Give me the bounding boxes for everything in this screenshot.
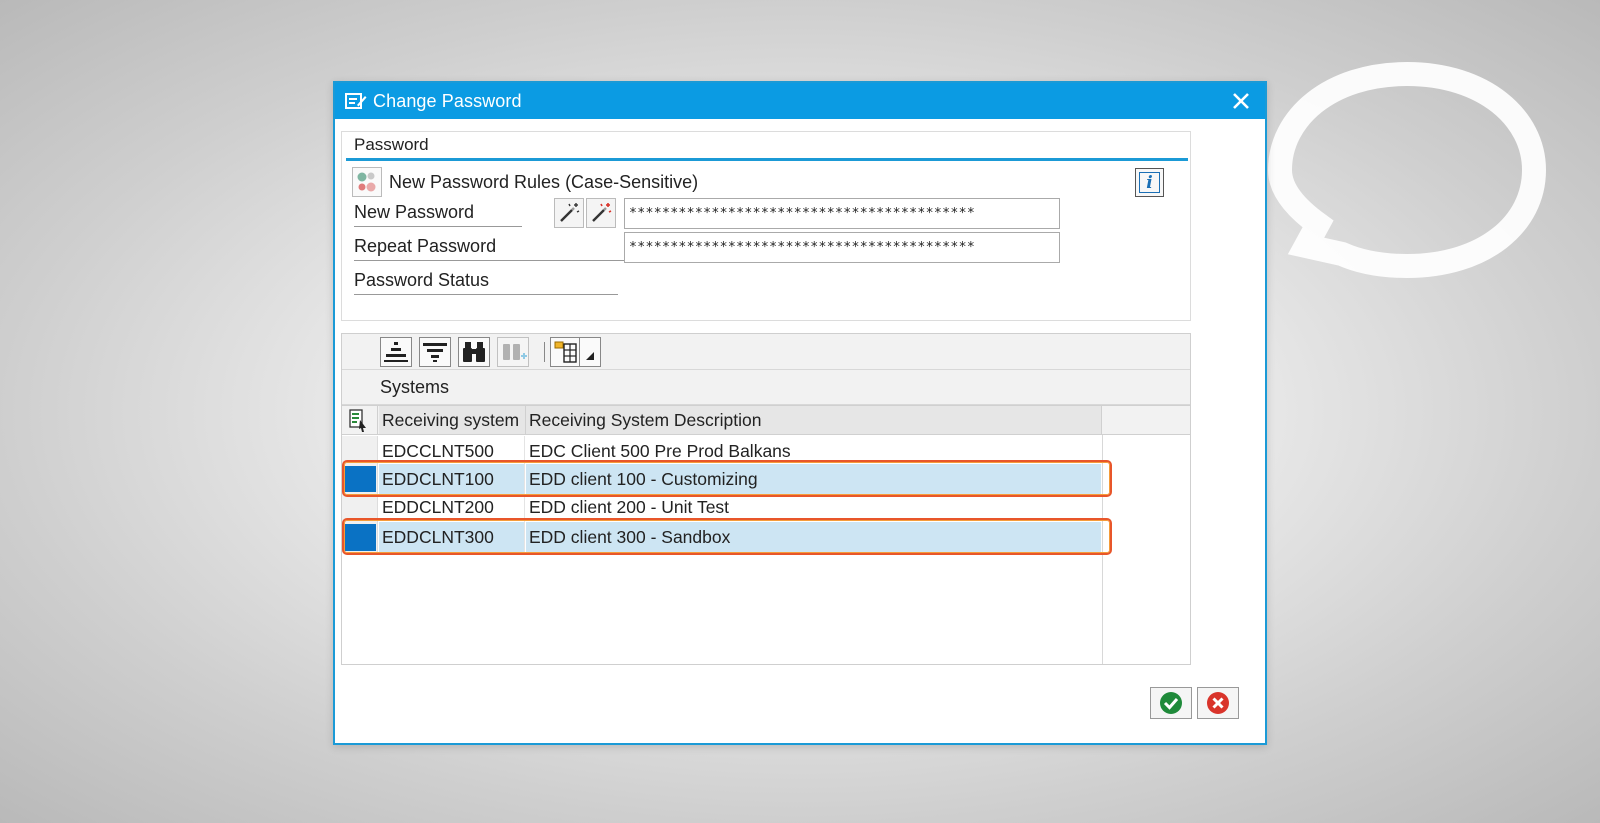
info-button[interactable]: i bbox=[1135, 168, 1164, 197]
table-row[interactable]: EDDCLNT200 EDD client 200 - Unit Test bbox=[342, 492, 1102, 522]
title-bar: Change Password bbox=[335, 83, 1265, 119]
selected-marker bbox=[345, 524, 376, 551]
binoculars-icon bbox=[463, 342, 485, 362]
column-header-receiving-system[interactable]: Receiving system bbox=[379, 406, 526, 434]
systems-title: Systems bbox=[342, 370, 1190, 405]
dropdown-arrow-icon bbox=[586, 352, 594, 360]
password-group: Password New Password Rules (Case-Sensit… bbox=[341, 131, 1191, 321]
magic-wand-icon bbox=[560, 203, 580, 222]
systems-group: Systems Receiving system Receiving Syste… bbox=[341, 333, 1191, 665]
sort-icon bbox=[384, 342, 408, 362]
password-rules-button[interactable] bbox=[352, 167, 382, 197]
receiving-system-cell: EDDCLNT200 bbox=[379, 492, 525, 522]
description-cell: EDC Client 500 Pre Prod Balkans bbox=[529, 441, 791, 461]
confirm-button[interactable] bbox=[1150, 687, 1192, 719]
systems-toolbar bbox=[342, 334, 1190, 370]
cancel-button[interactable] bbox=[1197, 687, 1239, 719]
close-icon[interactable] bbox=[1229, 89, 1253, 113]
row-selector[interactable] bbox=[342, 436, 378, 466]
repeat-password-input[interactable]: ****************************************… bbox=[624, 232, 1060, 263]
sort-ascending-button[interactable] bbox=[380, 337, 412, 367]
filter-button[interactable] bbox=[419, 337, 451, 367]
magic-wand-sparkle-icon bbox=[592, 203, 612, 222]
password-rules-row: New Password Rules (Case-Sensitive) bbox=[352, 166, 698, 198]
cancel-icon bbox=[1207, 692, 1229, 714]
toolbar-separator bbox=[544, 342, 545, 362]
receiving-system-cell: EDDCLNT100 bbox=[379, 464, 525, 494]
receiving-system-cell: EDDCLNT300 bbox=[379, 522, 525, 552]
column-header-description[interactable]: Receiving System Description bbox=[526, 406, 1102, 434]
grid-empty-area bbox=[1102, 435, 1190, 664]
new-password-label: New Password bbox=[354, 197, 522, 227]
description-cell: EDD client 300 - Sandbox bbox=[526, 522, 1101, 552]
edit-document-icon bbox=[345, 93, 367, 109]
new-password-input[interactable]: ****************************************… bbox=[624, 198, 1060, 229]
checkmark-icon bbox=[1160, 692, 1182, 714]
password-rules-label: New Password Rules (Case-Sensitive) bbox=[389, 171, 699, 192]
dialog-title: Change Password bbox=[373, 90, 522, 111]
layout-icon bbox=[554, 341, 577, 363]
row-selector[interactable] bbox=[342, 522, 378, 552]
row-selector[interactable] bbox=[342, 492, 378, 522]
find-button[interactable] bbox=[458, 337, 490, 367]
table-row[interactable]: EDDCLNT300 EDD client 300 - Sandbox bbox=[342, 522, 1102, 552]
table-row[interactable]: EDDCLNT100 EDD client 100 - Customizing bbox=[342, 464, 1102, 494]
selected-marker bbox=[345, 466, 376, 493]
description-cell: EDD client 200 - Unit Test bbox=[529, 497, 730, 517]
group-divider bbox=[346, 158, 1188, 161]
binoculars-plus-icon bbox=[503, 344, 527, 360]
receiving-system-cell: EDCCLNT500 bbox=[379, 436, 525, 466]
row-selector[interactable] bbox=[342, 464, 378, 494]
generate-password-button[interactable] bbox=[554, 198, 584, 228]
select-all-button[interactable] bbox=[342, 406, 378, 434]
layout-button[interactable] bbox=[550, 337, 582, 367]
filter-icon bbox=[423, 343, 447, 362]
password-status-label: Password Status bbox=[354, 265, 618, 295]
table-row[interactable]: EDCCLNT500 EDC Client 500 Pre Prod Balka… bbox=[342, 436, 1102, 466]
speech-bubble-icon bbox=[1267, 61, 1547, 279]
find-next-button[interactable] bbox=[497, 337, 529, 367]
password-group-title: Password bbox=[354, 135, 429, 154]
grid-header: Receiving system Receiving System Descri… bbox=[342, 405, 1190, 435]
rules-icon bbox=[357, 172, 376, 192]
select-all-icon bbox=[349, 409, 366, 432]
repeat-password-label: Repeat Password bbox=[354, 231, 624, 261]
generate-password-colored-button[interactable] bbox=[586, 198, 616, 228]
info-icon: i bbox=[1139, 172, 1160, 193]
layout-dropdown-button[interactable] bbox=[579, 337, 601, 367]
change-password-dialog: Change Password Password New Password Ru… bbox=[333, 81, 1267, 745]
description-cell: EDD client 100 - Customizing bbox=[526, 464, 1101, 494]
